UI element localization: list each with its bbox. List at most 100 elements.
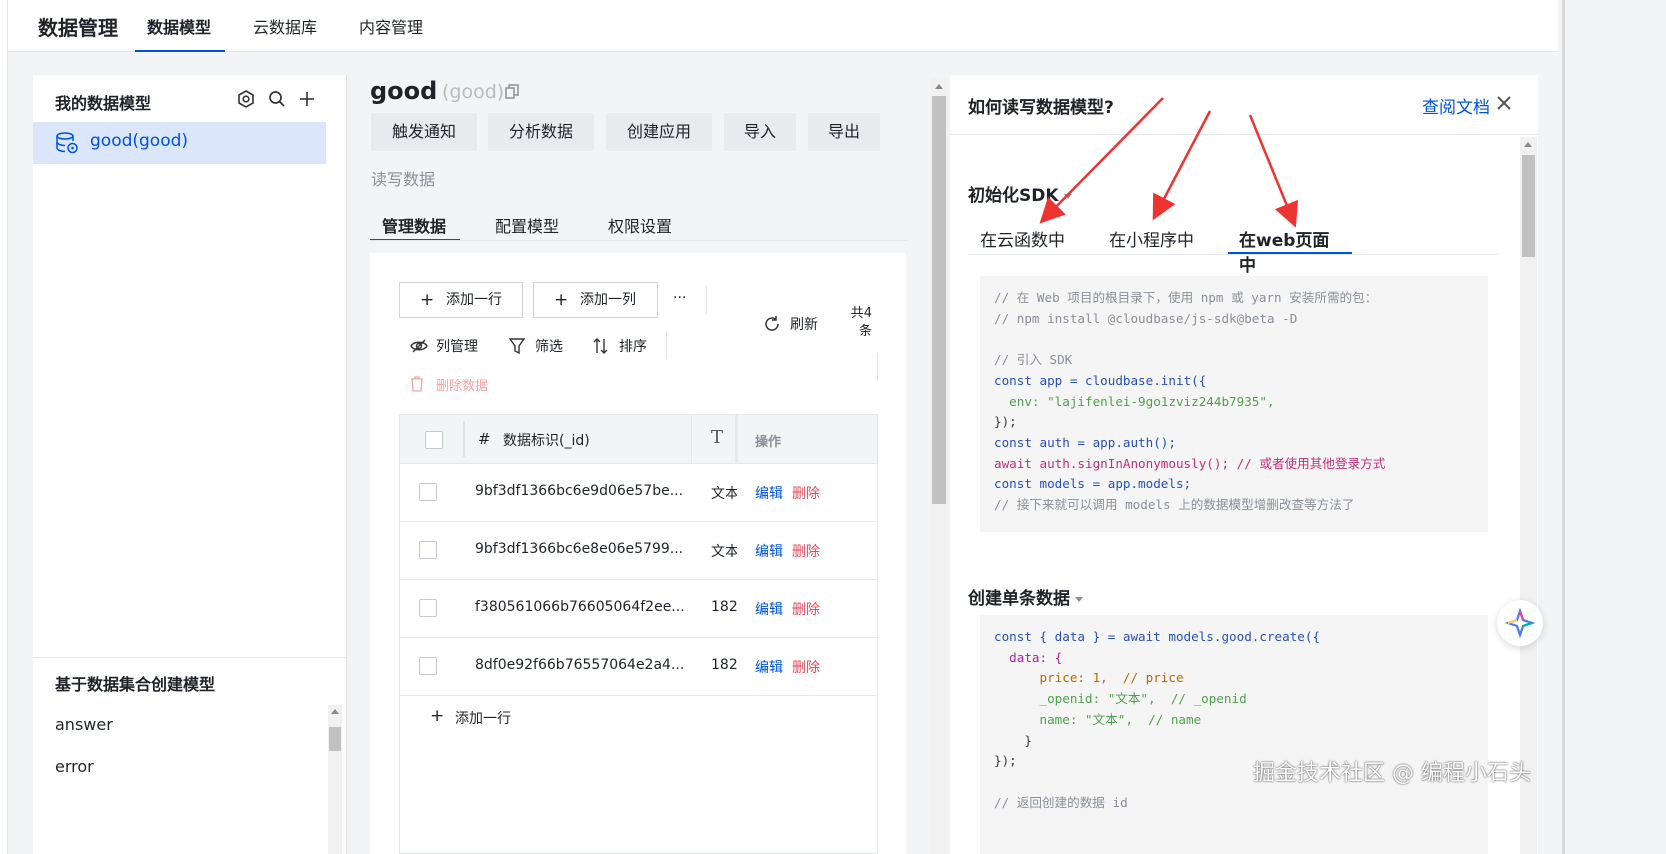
sort-icon (593, 338, 608, 354)
cell-id: 8df0e92f66b76557064e2a4... (475, 657, 685, 673)
total-count: 共4条 (850, 306, 872, 339)
scroll-up-arrow-icon[interactable] (331, 709, 339, 714)
add-row-button[interactable]: + 添加一行 (399, 282, 523, 318)
collection-item-answer[interactable]: answer (55, 715, 113, 734)
search-icon[interactable] (267, 89, 287, 109)
code-line: const { data } = await models.good.creat… (994, 629, 1321, 644)
guide-scrollbar[interactable] (1520, 137, 1537, 854)
page-subtitle: (good) (442, 81, 505, 103)
refresh-button[interactable]: 刷新 (763, 314, 823, 334)
tab-manage-data[interactable]: 管理数据 (370, 213, 460, 241)
model-item-label: good(good) (90, 131, 189, 151)
sort-button[interactable]: 排序 (593, 336, 653, 356)
delete-link[interactable]: 删除 (792, 657, 820, 677)
settings-icon[interactable] (236, 89, 256, 109)
cell-id: 9bf3df1366bc6e9d06e57be... (475, 483, 684, 499)
assistant-float-button[interactable] (1497, 600, 1543, 646)
code-line: env: "lajifenlei-9go1zviz244b7935", (994, 393, 1275, 409)
scroll-up-arrow-icon[interactable] (935, 84, 943, 89)
guide-tabs-underline (968, 254, 1498, 255)
select-all-checkbox[interactable] (425, 431, 443, 449)
window-right-edge (1558, 0, 1666, 854)
collections-title: 基于数据集合创建模型 (55, 675, 216, 694)
delete-link[interactable]: 删除 (792, 483, 820, 503)
tab-data-model[interactable]: 数据模型 (135, 14, 225, 52)
caret-down-icon (1075, 596, 1083, 602)
toolbar-separator (666, 331, 667, 359)
code-line: }); (994, 414, 1017, 430)
sidebar-divider (33, 657, 346, 658)
edit-link[interactable]: 编辑 (755, 483, 783, 503)
tab-cloud-database[interactable]: 云数据库 (253, 14, 317, 52)
code-line: price: 1, // price (994, 670, 1184, 686)
code-line: // npm install @cloudbase/js-sdk@beta -D (994, 310, 1298, 326)
data-panel: + 添加一行 + 添加一列 ··· 刷新 共4条 列管理 筛选 排序 删除数据 … (370, 253, 906, 854)
table-row[interactable]: 8df0e92f66b76557064e2a4... 182 编辑 删除 (400, 638, 877, 696)
cell-text: 182 (711, 599, 737, 615)
delete-data-label: 删除数据 (436, 379, 489, 394)
collection-item-error[interactable]: error (55, 757, 94, 776)
table-add-row-button[interactable]: + 添加一行 (430, 706, 550, 732)
collections-scrollbar[interactable] (328, 705, 342, 854)
column-header-id[interactable]: 数据标识(_id) (503, 430, 590, 450)
table-row[interactable]: f380561066b76605064f2ee... 182 编辑 删除 (400, 580, 877, 638)
delete-link[interactable]: 删除 (792, 599, 820, 619)
code-line: await auth.signInAnonymously(); // 或者使用其… (994, 455, 1386, 471)
scroll-thumb[interactable] (1522, 155, 1535, 257)
code-line: data: { (994, 649, 1063, 665)
create-single-section[interactable]: 创建单条数据 (968, 584, 1083, 609)
create-app-button[interactable]: 创建应用 (606, 113, 712, 151)
add-column-button[interactable]: + 添加一列 (533, 282, 658, 318)
cell-text: 182 (711, 657, 737, 673)
analyze-data-button[interactable]: 分析数据 (488, 113, 594, 151)
scroll-thumb[interactable] (932, 96, 946, 504)
edit-link[interactable]: 编辑 (755, 599, 783, 619)
row-checkbox[interactable] (419, 541, 437, 559)
text-type-icon: T (711, 427, 724, 448)
tab-content-management[interactable]: 内容管理 (359, 14, 423, 52)
column-header-actions: 操作 (755, 435, 782, 450)
code-line: // 返回创建的数据 id (994, 794, 1128, 810)
database-icon (56, 132, 78, 154)
tab-in-mini-program[interactable]: 在小程序中 (1109, 226, 1194, 254)
scroll-up-arrow-icon[interactable] (1524, 142, 1532, 147)
edit-link[interactable]: 编辑 (755, 541, 783, 561)
create-single-title: 创建单条数据 (968, 589, 1070, 609)
tab-configure-model[interactable]: 配置模型 (495, 213, 559, 241)
delete-link[interactable]: 删除 (792, 541, 820, 561)
table-row[interactable]: 9bf3df1366bc6e9d06e57be... 文本 编辑 删除 (400, 464, 877, 522)
tab-permission-settings[interactable]: 权限设置 (608, 213, 672, 241)
import-button[interactable]: 导入 (724, 113, 796, 151)
model-item-good[interactable]: good(good) (33, 122, 326, 164)
code-line: const models = app.models; (994, 476, 1192, 492)
add-icon[interactable] (297, 89, 317, 109)
trigger-notify-button[interactable]: 触发通知 (371, 113, 477, 151)
add-row-label: 添加一行 (446, 292, 502, 308)
filter-label: 筛选 (535, 339, 563, 355)
row-checkbox[interactable] (419, 483, 437, 501)
close-icon[interactable] (1496, 95, 1512, 111)
edit-link[interactable]: 编辑 (755, 657, 783, 677)
init-sdk-section[interactable]: 初始化SDK (968, 181, 1072, 206)
filter-button[interactable]: 筛选 (509, 336, 569, 356)
caret-down-icon (1063, 193, 1072, 199)
main-scrollbar[interactable] (930, 78, 948, 854)
column-manage-button[interactable]: 列管理 (410, 336, 490, 356)
tab-in-web-page[interactable]: 在web页面中 (1228, 226, 1352, 276)
row-checkbox[interactable] (419, 657, 437, 675)
left-edge-strip (0, 0, 8, 854)
export-button[interactable]: 导出 (808, 113, 880, 151)
rw-data-label: 读写数据 (371, 170, 436, 189)
column-manage-label: 列管理 (436, 339, 478, 355)
scroll-thumb[interactable] (329, 727, 341, 751)
toolbar-separator (706, 286, 707, 314)
tab-in-cloud-function[interactable]: 在云函数中 (980, 226, 1065, 254)
code-line: // 接下来就可以调用 models 上的数据模型增删改查等方法了 (994, 497, 1355, 513)
cell-text: 文本 (711, 544, 737, 560)
plus-icon: + (554, 290, 569, 310)
row-checkbox[interactable] (419, 599, 437, 617)
view-docs-link[interactable]: 查阅文档 (1422, 93, 1490, 118)
table-row[interactable]: 9bf3df1366bc6e8e06e5799... 文本 编辑 删除 (400, 522, 877, 580)
plus-icon: + (420, 290, 435, 310)
copy-icon[interactable] (505, 84, 519, 100)
